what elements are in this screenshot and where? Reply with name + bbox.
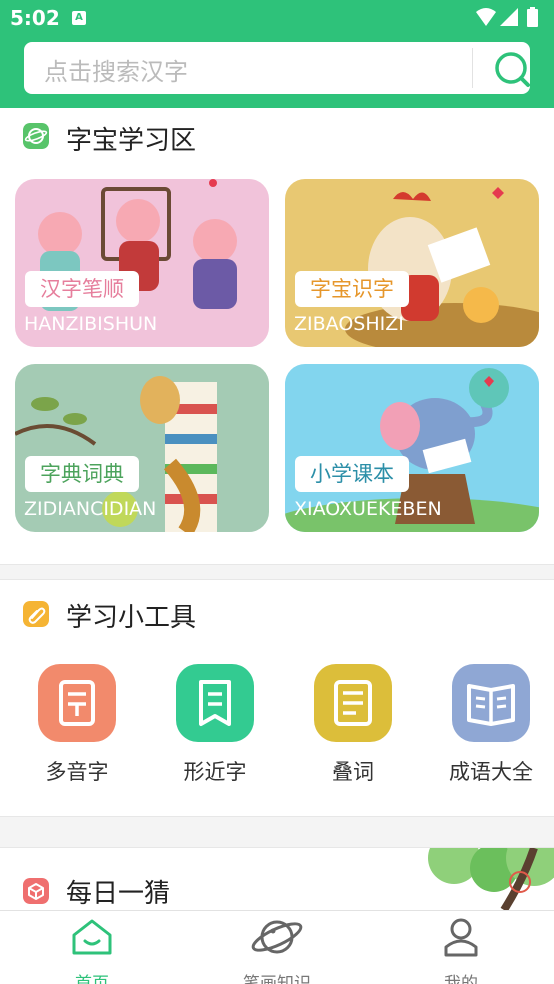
- section-divider: [0, 564, 554, 580]
- card-textbook[interactable]: 小学课本 XIAOXUEKEBEN: [285, 364, 539, 532]
- study-zone-icon: [23, 123, 49, 149]
- tool-label: 多音字: [45, 760, 109, 784]
- card-literacy[interactable]: 字宝识字 ZIBAOSHIZI: [285, 179, 539, 347]
- tool-similar-chars[interactable]: 形近字: [155, 664, 275, 786]
- search-input[interactable]: 点击搜索汉字: [44, 52, 188, 87]
- cube-icon: [23, 878, 49, 904]
- card-subtitle: HANZIBISHUN: [24, 313, 158, 335]
- search-icon[interactable]: [492, 49, 532, 89]
- status-bar: 5:02 A: [0, 0, 554, 36]
- search-bar[interactable]: 点击搜索汉字: [24, 42, 530, 94]
- notes-icon[interactable]: [314, 664, 392, 742]
- card-stroke-order[interactable]: 汉字笔顺 HANZIBISHUN: [15, 179, 269, 347]
- tool-label: 叠词: [332, 760, 374, 784]
- paperclip-icon: [23, 601, 49, 627]
- tool-label: 形近字: [183, 760, 247, 784]
- card-label: 字典词典: [25, 456, 139, 492]
- tool-label: 成语大全: [449, 760, 533, 784]
- card-label: 小学课本: [295, 456, 409, 492]
- open-book-icon[interactable]: [452, 664, 530, 742]
- app-header: 5:02 A 点击搜索汉字: [0, 0, 554, 108]
- battery-icon: [527, 9, 538, 27]
- section-divider: [0, 816, 554, 848]
- tool-polyphonic[interactable]: 多音字: [17, 664, 137, 786]
- planet-icon: [251, 920, 303, 954]
- tools-title: 学习小工具: [66, 603, 197, 633]
- card-subtitle: ZIBAOSHIZI: [294, 313, 404, 335]
- card-dictionary[interactable]: 字典词典 ZIDIANCIDIAN: [15, 364, 269, 532]
- tool-reduplicated[interactable]: 叠词: [293, 664, 413, 786]
- card-label: 汉字笔顺: [25, 271, 139, 307]
- tree-decoration: [428, 848, 554, 910]
- nav-stroke-knowledge[interactable]: 笔画知识: [217, 917, 337, 984]
- home-icon: [72, 919, 112, 955]
- nav-profile[interactable]: 我的: [401, 917, 521, 984]
- person-icon: [444, 918, 478, 957]
- bookmark-icon[interactable]: [176, 664, 254, 742]
- status-time: 5:02: [10, 6, 60, 30]
- card-label: 字宝识字: [295, 271, 409, 307]
- nav-home[interactable]: 首页: [32, 917, 152, 984]
- nav-label: 我的: [444, 974, 478, 984]
- nav-label: 首页: [75, 974, 109, 984]
- card-subtitle: XIAOXUEKEBEN: [294, 498, 442, 520]
- document-icon[interactable]: [38, 664, 116, 742]
- wifi-icon: [476, 8, 496, 26]
- bottom-nav: 首页 笔画知识 我的: [0, 910, 554, 984]
- signal-icon: [500, 8, 518, 26]
- card-subtitle: ZIDIANCIDIAN: [24, 498, 157, 520]
- search-divider: [472, 48, 473, 88]
- system-status-icons: [476, 7, 538, 27]
- nav-label: 笔画知识: [243, 974, 311, 984]
- daily-title: 每日一猜: [66, 879, 171, 909]
- study-zone-title: 字宝学习区: [66, 126, 197, 156]
- tool-idioms[interactable]: 成语大全: [431, 664, 551, 786]
- notification-icon: A: [72, 11, 86, 25]
